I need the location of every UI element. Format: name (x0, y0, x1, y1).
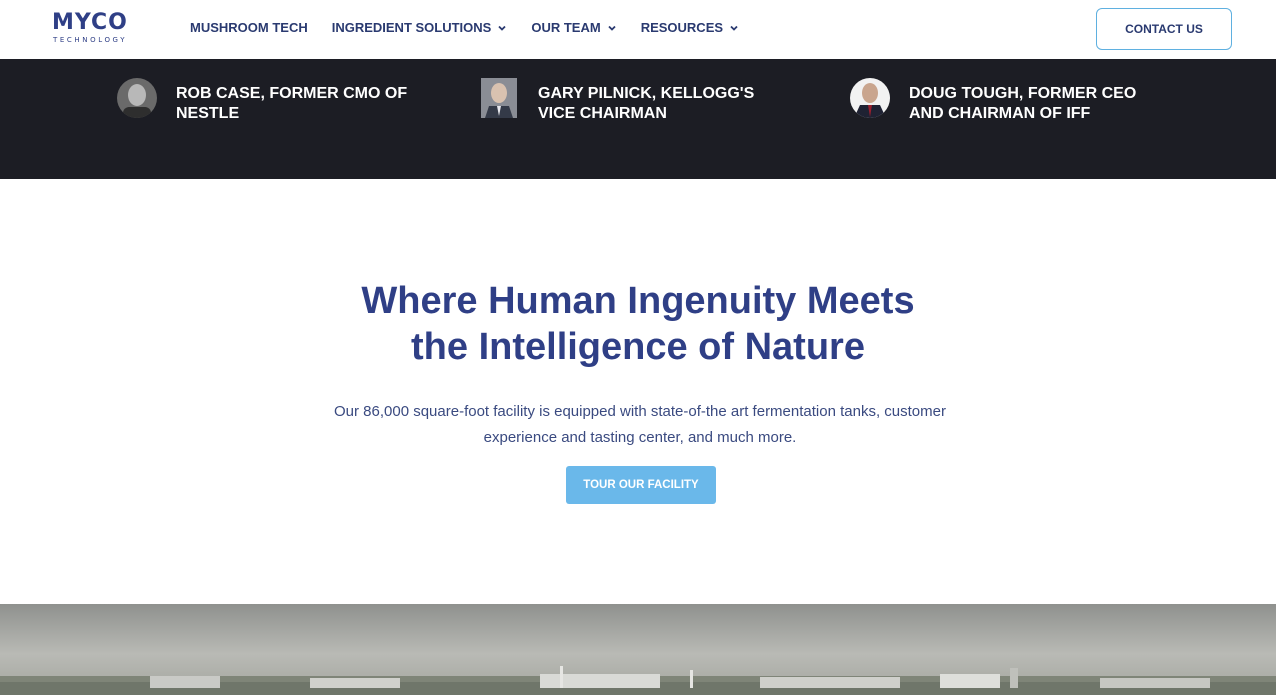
nav-item-label: OUR TEAM (531, 20, 601, 35)
nav-item-our-team[interactable]: OUR TEAM (531, 20, 616, 35)
main-nav: MUSHROOM TECH INGREDIENT SOLUTIONS OUR T… (190, 20, 763, 35)
avatar (117, 78, 157, 118)
chevron-down-icon (608, 25, 616, 31)
hero-title-line: Where Human Ingenuity Meets (361, 280, 915, 322)
team-member-name: ROB CASE, FORMER CMO OF NESTLE (176, 85, 408, 122)
tour-facility-button[interactable]: TOUR OUR FACILITY (566, 466, 716, 504)
contact-us-button[interactable]: CONTACT US (1096, 8, 1232, 50)
hero-title: Where Human Ingenuity Meets the Intellig… (0, 278, 1276, 370)
hero-description: Our 86,000 square-foot facility is equip… (334, 403, 946, 446)
team-member-name: DOUG TOUGH, FORMER CEO AND CHAIRMAN OF I… (909, 85, 1137, 122)
team-member-rob-case[interactable]: ROB CASE, FORMER CMO OF NESTLE (117, 78, 426, 124)
leadership-band: ROB CASE, FORMER CMO OF NESTLE GARY PILN… (0, 59, 1276, 179)
myco-logo[interactable]: MYCO TECHNOLOGY (52, 12, 136, 46)
logo-wordmark: MYCO (52, 10, 128, 35)
team-member-doug-tough[interactable]: DOUG TOUGH, FORMER CEO AND CHAIRMAN OF I… (850, 78, 1159, 124)
chevron-down-icon (730, 25, 738, 31)
logo-tagline: TECHNOLOGY (53, 36, 128, 44)
site-header: MYCO TECHNOLOGY MUSHROOM TECH INGREDIENT… (0, 0, 1276, 59)
chevron-down-icon (498, 25, 506, 31)
team-member-name: GARY PILNICK, KELLOGG'S VICE CHAIRMAN (538, 85, 755, 122)
nav-item-resources[interactable]: RESOURCES (641, 20, 739, 35)
nav-item-mushroom-tech[interactable]: MUSHROOM TECH (190, 20, 308, 35)
nav-item-label: RESOURCES (640, 20, 724, 35)
avatar (481, 78, 521, 118)
nav-item-ingredient-solutions[interactable]: INGREDIENT SOLUTIONS (332, 20, 508, 35)
avatar (850, 78, 890, 118)
nav-item-label: INGREDIENT SOLUTIONS (331, 20, 492, 35)
hero-title-line: the Intelligence of Nature (411, 326, 865, 368)
facility-photo (0, 604, 1276, 695)
team-member-gary-pilnick[interactable]: GARY PILNICK, KELLOGG'S VICE CHAIRMAN (481, 78, 788, 124)
nav-item-label: MUSHROOM TECH (190, 20, 308, 35)
